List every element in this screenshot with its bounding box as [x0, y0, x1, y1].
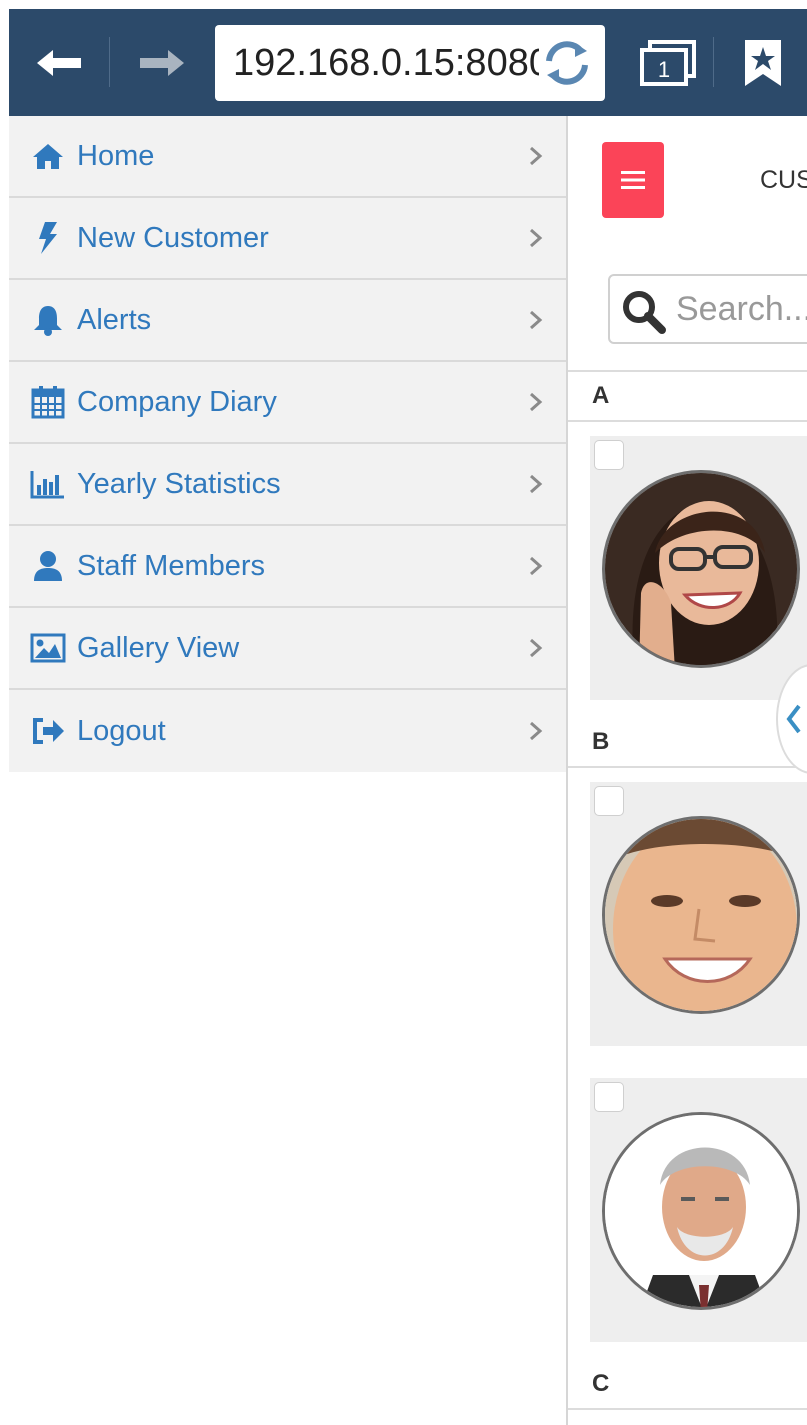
url-text[interactable]: 192.168.0.15:8080	[233, 25, 545, 101]
search-field[interactable]	[608, 274, 807, 344]
chevron-left-icon	[786, 704, 801, 734]
bolt-icon	[9, 197, 77, 279]
side-menu: Home New Customer Alerts Company Diary Y…	[9, 116, 566, 772]
chevron-right-icon	[506, 361, 566, 443]
menu-item-company-diary[interactable]: Company Diary	[9, 362, 566, 444]
calendar-icon	[9, 361, 77, 443]
chevron-right-icon	[506, 115, 566, 197]
tab-count: 1	[658, 57, 670, 82]
tabs-icon: 1	[640, 39, 696, 86]
group-divider-b: B	[568, 718, 807, 768]
bookmark-star-icon	[745, 39, 781, 86]
customer-card[interactable]	[590, 1078, 807, 1342]
customers-panel: CUSTOMERS A B	[566, 116, 807, 1425]
avatar[interactable]	[602, 816, 800, 1014]
menu-item-alerts[interactable]: Alerts	[9, 280, 566, 362]
menu-item-gallery-view[interactable]: Gallery View	[9, 608, 566, 690]
panel-header: CUSTOMERS	[568, 116, 807, 248]
arrow-left-icon	[37, 49, 81, 76]
reload-button[interactable]	[539, 37, 595, 89]
back-button[interactable]	[9, 9, 109, 116]
reload-icon	[546, 41, 588, 85]
browser-toolbar: 192.168.0.15:8080 1	[9, 9, 807, 116]
menu-item-logout[interactable]: Logout	[9, 690, 566, 772]
group-divider-a: A	[568, 372, 807, 422]
menu-label: Yearly Statistics	[77, 467, 281, 500]
tabs-button[interactable]: 1	[629, 9, 709, 116]
group-divider-c: C	[568, 1360, 807, 1410]
address-bar[interactable]: 192.168.0.15:8080	[215, 25, 605, 101]
menu-label: New Customer	[77, 221, 269, 254]
search-input[interactable]	[676, 276, 807, 342]
chevron-right-icon	[506, 279, 566, 361]
search-bar	[568, 248, 807, 372]
toolbar-separator	[713, 37, 714, 87]
menu-item-new-customer[interactable]: New Customer	[9, 198, 566, 280]
menu-label: Logout	[77, 714, 166, 747]
logout-icon	[9, 690, 77, 772]
customer-photo	[605, 473, 797, 665]
customer-photo	[605, 1115, 797, 1307]
avatar[interactable]	[602, 1112, 800, 1310]
customer-photo	[605, 819, 797, 1011]
picture-icon	[9, 607, 77, 689]
chevron-right-icon	[506, 525, 566, 607]
select-checkbox[interactable]	[594, 786, 624, 816]
menu-toggle-button[interactable]	[602, 142, 664, 218]
menu-label: Home	[77, 139, 155, 172]
customer-card[interactable]	[590, 782, 807, 1046]
menu-label: Company Diary	[77, 385, 277, 418]
menu-item-staff-members[interactable]: Staff Members	[9, 526, 566, 608]
chevron-right-icon	[506, 197, 566, 279]
user-icon	[9, 525, 77, 607]
menu-label: Gallery View	[77, 631, 240, 664]
menu-label: Staff Members	[77, 549, 266, 582]
arrow-right-icon	[139, 49, 184, 76]
menu-item-yearly-statistics[interactable]: Yearly Statistics	[9, 444, 566, 526]
avatar[interactable]	[602, 470, 800, 668]
chevron-right-icon	[506, 607, 566, 689]
chevron-right-icon	[506, 690, 566, 772]
menu-item-home[interactable]: Home	[9, 116, 566, 198]
select-checkbox[interactable]	[594, 1082, 624, 1112]
search-icon	[623, 291, 666, 334]
bar-chart-icon	[9, 443, 77, 525]
select-checkbox[interactable]	[594, 440, 624, 470]
menu-label: Alerts	[77, 303, 152, 336]
bell-icon	[9, 279, 77, 361]
home-icon	[9, 115, 77, 197]
hamburger-icon	[621, 171, 645, 189]
forward-button[interactable]	[109, 9, 214, 116]
page-title: CUSTOMERS	[760, 166, 807, 194]
customer-card[interactable]	[590, 436, 807, 700]
bookmark-button[interactable]	[725, 9, 801, 116]
chevron-right-icon	[506, 443, 566, 525]
